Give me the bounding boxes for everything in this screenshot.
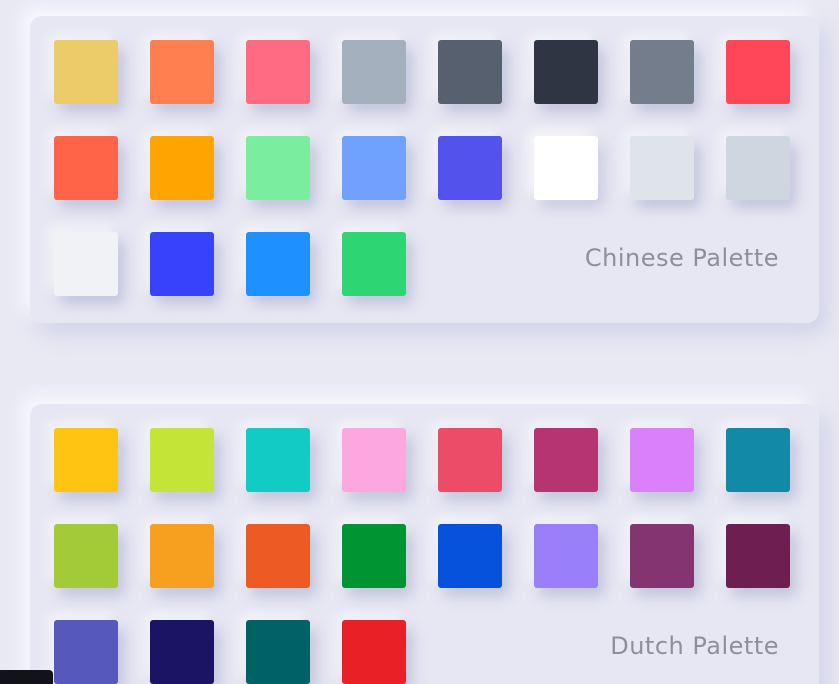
chinese-palette-color-swatch[interactable]: [246, 40, 310, 104]
dutch-palette-title: Dutch Palette: [610, 632, 779, 660]
dutch-palette-color-swatch[interactable]: [150, 524, 214, 588]
chinese-palette-color-swatch[interactable]: [342, 232, 406, 296]
dutch-palette-color-swatch[interactable]: [726, 524, 790, 588]
dutch-palette-color-swatch[interactable]: [54, 428, 118, 492]
palette-page: Chinese Palette Dutch Palette: [0, 0, 839, 684]
dutch-palette-color-swatch[interactable]: [630, 428, 694, 492]
chinese-palette-color-swatch[interactable]: [54, 232, 118, 296]
chinese-palette-title: Chinese Palette: [584, 244, 779, 272]
chinese-palette-color-swatch[interactable]: [246, 136, 310, 200]
dutch-palette-color-swatch[interactable]: [438, 524, 502, 588]
dutch-palette-color-swatch[interactable]: [534, 524, 598, 588]
chinese-palette-color-swatch[interactable]: [438, 136, 502, 200]
chinese-palette-color-swatch[interactable]: [54, 136, 118, 200]
chinese-palette-color-swatch[interactable]: [726, 40, 790, 104]
dutch-palette-color-swatch[interactable]: [534, 428, 598, 492]
dutch-palette-color-swatch[interactable]: [438, 428, 502, 492]
chinese-palette-color-swatch[interactable]: [438, 40, 502, 104]
dutch-palette-color-swatch[interactable]: [54, 524, 118, 588]
chinese-palette-color-swatch[interactable]: [150, 40, 214, 104]
dutch-palette-color-swatch[interactable]: [630, 524, 694, 588]
dutch-palette-color-swatch[interactable]: [150, 620, 214, 684]
dutch-palette-color-swatch[interactable]: [246, 524, 310, 588]
dutch-palette-color-swatch[interactable]: [342, 428, 406, 492]
chinese-palette-color-swatch[interactable]: [534, 40, 598, 104]
chinese-palette-color-swatch[interactable]: [342, 40, 406, 104]
chinese-palette-color-swatch[interactable]: [726, 136, 790, 200]
dutch-palette-color-swatch[interactable]: [54, 620, 118, 684]
dutch-palette-color-swatch[interactable]: [342, 620, 406, 684]
chinese-palette-color-swatch[interactable]: [150, 232, 214, 296]
chinese-palette-color-swatch[interactable]: [534, 136, 598, 200]
dutch-palette-color-swatch[interactable]: [246, 428, 310, 492]
chinese-palette-color-swatch[interactable]: [150, 136, 214, 200]
dutch-palette-card: Dutch Palette: [30, 404, 819, 684]
chinese-palette-color-swatch[interactable]: [342, 136, 406, 200]
dutch-palette-color-swatch[interactable]: [150, 428, 214, 492]
chinese-palette-color-swatch[interactable]: [246, 232, 310, 296]
chinese-palette-card: Chinese Palette: [30, 16, 819, 323]
dutch-palette-color-swatch[interactable]: [726, 428, 790, 492]
dutch-palette-color-swatch[interactable]: [246, 620, 310, 684]
chinese-palette-color-swatch[interactable]: [630, 40, 694, 104]
taskbar-corner: [0, 670, 53, 684]
chinese-palette-color-swatch[interactable]: [630, 136, 694, 200]
chinese-palette-color-swatch[interactable]: [54, 40, 118, 104]
dutch-palette-color-swatch[interactable]: [342, 524, 406, 588]
